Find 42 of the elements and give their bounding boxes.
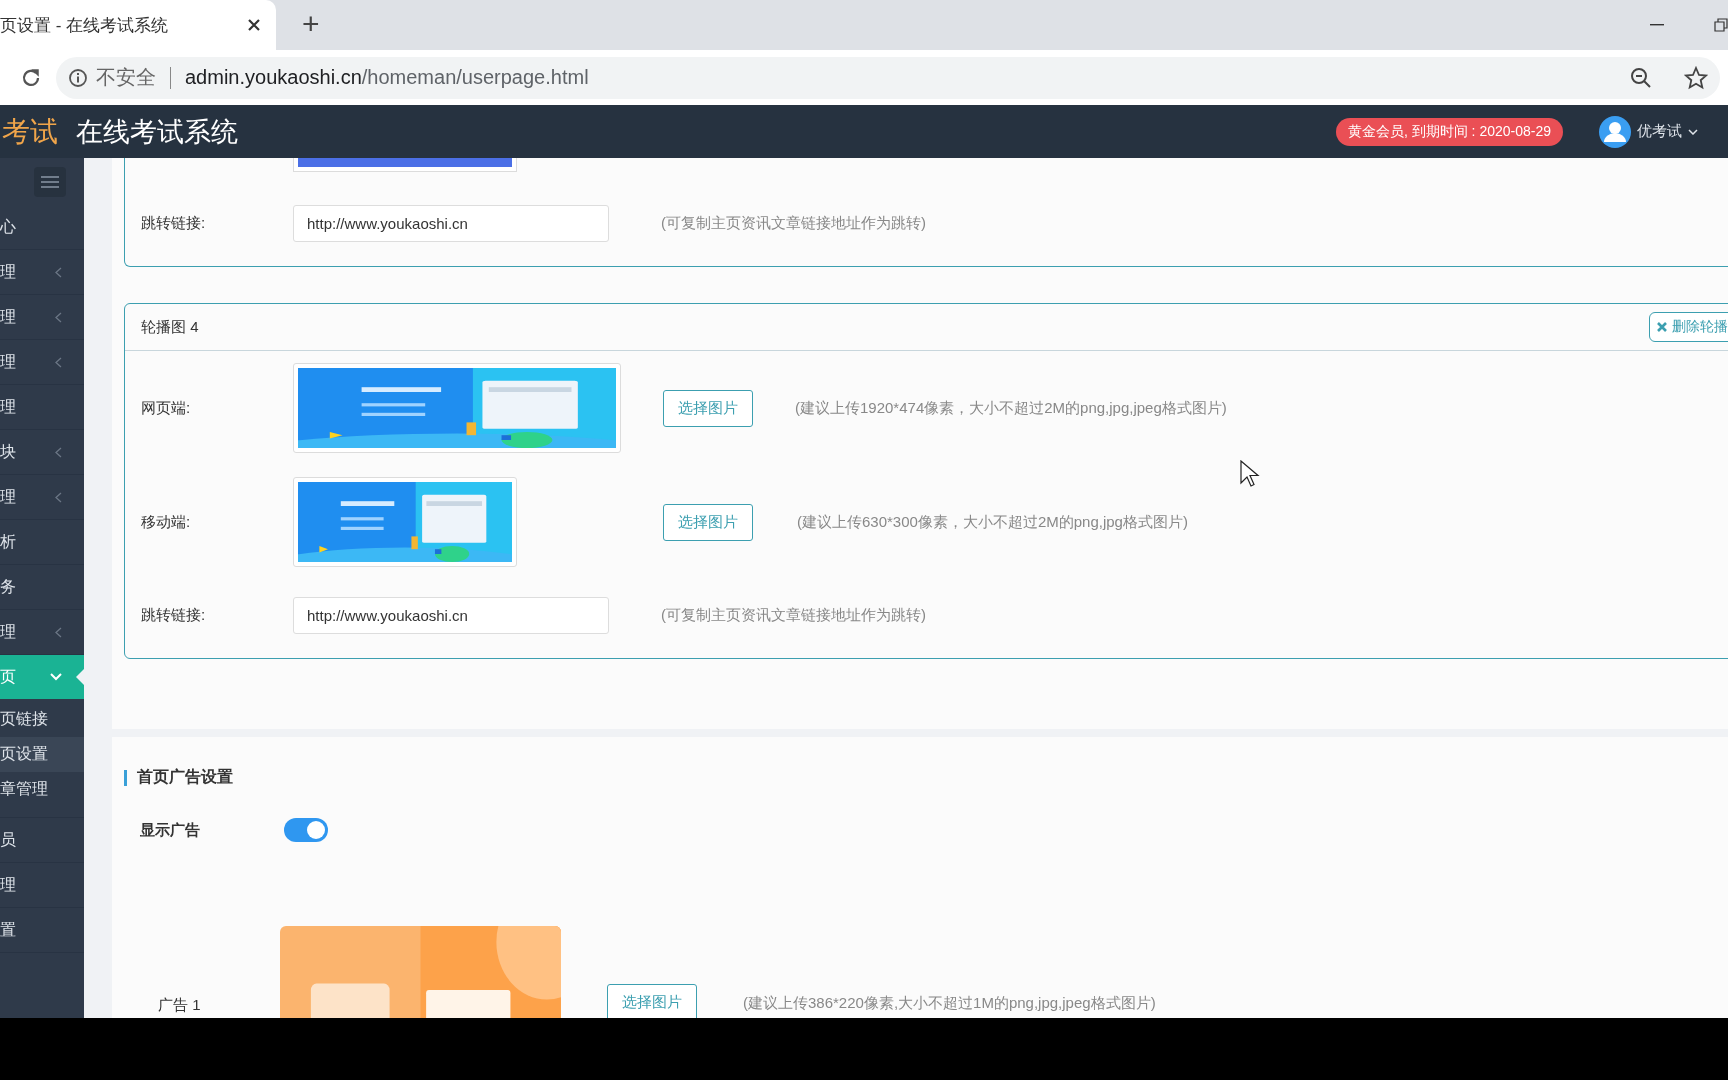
submenu-item[interactable]: 页链接: [0, 702, 84, 737]
close-icon: [1656, 321, 1668, 333]
membership-badge: 黄金会员, 到期时间 : 2020-08-29: [1335, 117, 1563, 146]
link-field[interactable]: http://www.youkaoshi.cn: [293, 597, 609, 634]
hint-text: (可复制主页资讯文章链接地址作为跳转): [661, 606, 926, 625]
submenu-item[interactable]: 章管理: [0, 772, 84, 807]
link-field[interactable]: http://www.youkaoshi.cn: [293, 205, 609, 242]
caret-icon[interactable]: [1688, 128, 1698, 135]
field-label: 移动端:: [141, 512, 192, 532]
user-name[interactable]: 优考试: [1637, 122, 1682, 141]
hint-text: (建议上传386*220像素,大小不超过1M的png,jpg,jpeg格式图片): [743, 994, 1156, 1013]
field-label: 显示广告: [140, 820, 201, 840]
menu-icon[interactable]: [41, 175, 59, 188]
close-icon[interactable]: [246, 17, 262, 33]
logo-text: 考试: [2, 114, 58, 149]
minimize-icon[interactable]: [1650, 24, 1664, 26]
restore-icon[interactable]: [1714, 18, 1728, 32]
field-label: 网页端:: [141, 398, 192, 418]
info-icon[interactable]: [68, 67, 88, 88]
section-title: 首页广告设置: [137, 767, 233, 787]
avatar-icon[interactable]: [1599, 115, 1631, 148]
url-text: admin.youkaoshi.cn/homeman/userpage.html: [185, 66, 589, 89]
app-title: 在线考试系统: [76, 115, 238, 149]
menu-button[interactable]: [34, 166, 66, 197]
toggle-switch[interactable]: [284, 818, 328, 842]
hint-text: (可复制主页资讯文章链接地址作为跳转): [661, 214, 926, 233]
address-bar[interactable]: 不安全 admin.youkaoshi.cn/homeman/userpage.html: [56, 56, 1720, 99]
hint-text: (建议上传1920*474像素，大小不超过2M的png,jpg,jpeg格式图片): [795, 398, 1227, 418]
field-label: 跳转链接:: [141, 606, 207, 625]
submenu-item[interactable]: 页设置: [0, 737, 84, 772]
new-tab-button[interactable]: +: [296, 6, 326, 42]
field-label: 广告 1: [157, 995, 202, 1015]
card-title: 轮播图 4: [141, 317, 199, 337]
field-label: 跳转链接:: [141, 214, 207, 233]
security-label: 不安全: [96, 65, 156, 90]
hint-text: (建议上传630*300像素，大小不超过2M的png,jpg格式图片): [797, 512, 1188, 532]
cursor-icon: [1240, 460, 1260, 488]
zoom-icon[interactable]: [1630, 66, 1652, 89]
reload-icon[interactable]: [20, 66, 42, 89]
tab-title: 页设置 - 在线考试系统: [0, 14, 169, 37]
bookmark-star-icon[interactable]: [1684, 65, 1708, 90]
browser-tab[interactable]: 页设置 - 在线考试系统: [0, 0, 276, 50]
